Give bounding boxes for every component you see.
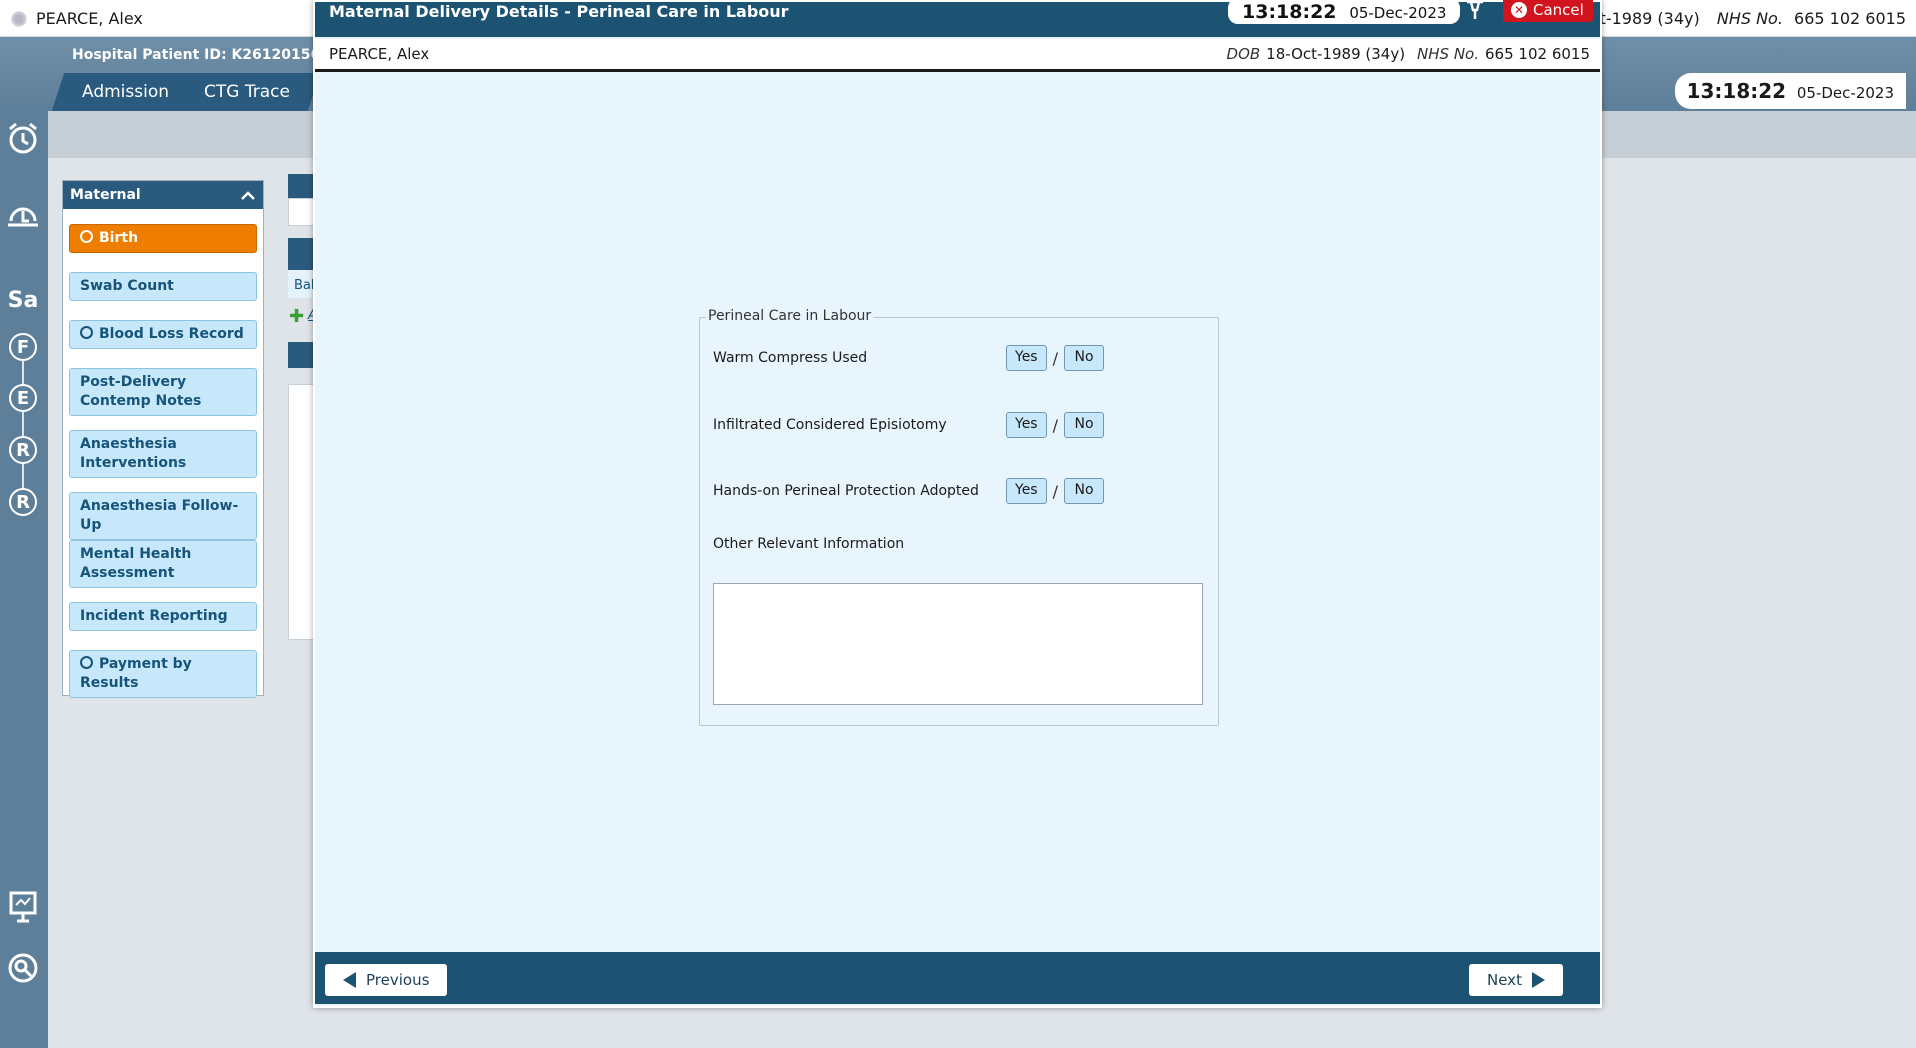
section-legend: Perineal Care in Labour [706,308,874,324]
other-info-textarea[interactable] [713,583,1203,705]
tab-ctg-trace-label: CTG Trace [204,82,290,102]
flower-icon [10,9,28,28]
dialog-title-bar: Maternal Delivery Details - Perineal Car… [315,0,1600,37]
episiotomy-yes-button[interactable]: Yes [1006,412,1047,438]
maternal-item-mental-health-assessment[interactable]: Mental Health Assessment [69,540,257,588]
maternal-item-label: Blood Loss Record [99,326,244,342]
maternal-item-label: Anaesthesia Follow-Up [80,498,239,533]
next-button-label: Next [1487,971,1522,989]
maternal-item-payment-by-results[interactable]: Payment by Results [69,650,257,698]
presentation-icon[interactable] [6,890,40,924]
maternal-item-blood-loss-record[interactable]: Blood Loss Record [69,320,257,349]
header-clock-date: 05-Dec-2023 [1796,84,1894,102]
plus-icon[interactable]: ✚ [289,306,304,327]
nhs-label: NHS No. [1417,45,1480,63]
maternal-panel-header[interactable]: Maternal [63,181,263,209]
patient-banner-name: PEARCE, Alex [36,9,143,28]
warm-compress-no-button[interactable]: No [1064,345,1104,371]
nhs-number: 665 102 6015 [1485,45,1590,63]
maternal-panel: Maternal Birth Swab Count Blood Loss Rec… [62,180,264,698]
dialog-title: Maternal Delivery Details - Perineal Car… [329,2,789,21]
maternal-item-label: Incident Reporting [80,608,228,624]
nav-letter-e[interactable]: E [9,384,37,412]
ring-icon [80,326,93,339]
cancel-button[interactable]: ✕ Cancel [1503,0,1593,22]
tab-ctg-trace[interactable]: CTG Trace [173,73,321,111]
maternal-item-label: Payment by Results [80,656,192,691]
dialog-patient-banner: PEARCE, Alex DOB 18-Oct-1989 (34y) NHS No.… [315,39,1600,72]
maternal-item-anaesthesia-interventions[interactable]: Anaesthesia Interventions [69,430,257,478]
maternal-item-post-delivery-notes[interactable]: Post-Delivery Contemp Notes [69,368,257,416]
dialog-clock-time: 13:18:22 [1242,1,1337,23]
maternal-item-swab-count[interactable]: Swab Count [69,272,257,301]
close-icon: ✕ [1511,2,1527,18]
previous-button[interactable]: Previous [325,964,448,996]
maternal-item-label: Birth [99,230,139,246]
dialog-patient-name: PEARCE, Alex [329,45,430,63]
maternal-item-label: Mental Health Assessment [80,546,192,581]
yes-no-separator: / [1052,415,1058,435]
maternal-item-label: Post-Delivery Contemp Notes [80,374,202,409]
left-nav: Sa F E R R [0,111,48,1048]
perineal-care-section: Perineal Care in Labour Warm Compress Us… [699,308,1219,726]
pin-icon[interactable] [1464,0,1486,20]
arrow-right-icon [1531,972,1545,988]
dob-value: 18-Oct-1989 (34y) [1266,45,1406,63]
nav-letter-f[interactable]: F [9,333,37,361]
background-fragment-text: Bab [288,270,319,298]
other-info-label: Other Relevant Information [713,536,905,552]
question-episiotomy-label: Infiltrated Considered Episiotomy [713,417,947,433]
nav-letter-r2[interactable]: R [9,488,37,516]
patient-banner-details: 18-Oct-1989 (34y) NHS No. 665 102 6015 [1552,9,1906,28]
background-section-body [288,198,314,226]
yes-no-separator: / [1052,348,1058,368]
maternal-item-birth[interactable]: Birth [69,224,257,253]
ring-icon [80,656,93,669]
dialog-clock-date: 05-Dec-2023 [1349,4,1447,22]
hospital-id-text: Hospital Patient ID: K261201561, [72,47,336,63]
maternal-item-label: Anaesthesia Interventions [80,436,187,471]
background-section-header [288,342,314,368]
question-perineal-protection-toggle: Yes / No [1006,478,1104,504]
dialog-clock: 13:18:22 05-Dec-2023 [1228,0,1461,24]
question-episiotomy-toggle: Yes / No [1006,412,1104,438]
patient-banner-nhs-label: NHS No. [1716,9,1783,28]
background-section-body [288,384,314,640]
history-clock-icon[interactable] [6,199,40,233]
warm-compress-yes-button[interactable]: Yes [1006,345,1047,371]
maternal-item-label: Swab Count [80,278,174,294]
patient-banner-nhs-number: 665 102 6015 [1794,9,1906,28]
cancel-button-label: Cancel [1533,1,1584,19]
tab-admission-label: Admission [82,82,170,102]
ring-icon [80,230,93,243]
question-perineal-protection-label: Hands-on Perineal Protection Adopted [713,483,979,499]
maternal-item-incident-reporting[interactable]: Incident Reporting [69,602,257,631]
yes-no-separator: / [1052,481,1058,501]
arrow-left-icon [343,972,356,988]
nav-letter-r1[interactable]: R [9,436,37,464]
dialog-footer: Previous Next [315,952,1600,1004]
alarm-clock-icon[interactable] [6,121,40,155]
maternal-item-anaesthesia-follow-up[interactable]: Anaesthesia Follow-Up [69,492,257,540]
dob-label: DOB [1226,45,1261,63]
next-button[interactable]: Next [1469,964,1563,996]
dialog-patient-details: DOB 18-Oct-1989 (34y) NHS No. 665 102 6015 [1227,45,1590,63]
previous-button-label: Previous [366,971,430,989]
nav-connector [22,343,24,503]
question-warm-compress-toggle: Yes / No [1006,345,1104,371]
episiotomy-no-button[interactable]: No [1064,412,1104,438]
perineal-protection-no-button[interactable]: No [1064,478,1104,504]
chevron-up-icon[interactable] [240,189,256,201]
question-warm-compress-label: Warm Compress Used [713,350,868,366]
patient-banner-name-group: PEARCE, Alex [10,9,143,28]
nav-letter-sa[interactable]: Sa [8,286,39,314]
perineal-care-dialog: Maternal Delivery Details - Perineal Car… [313,0,1602,1008]
header-clock-time: 13:18:22 [1686,79,1787,103]
maternal-panel-title: Maternal [70,187,141,203]
search-icon[interactable] [6,951,40,985]
background-section-header [288,174,314,198]
perineal-protection-yes-button[interactable]: Yes [1006,478,1047,504]
background-section-header [288,238,314,270]
header-clock: 13:18:22 05-Dec-2023 [1674,73,1906,109]
